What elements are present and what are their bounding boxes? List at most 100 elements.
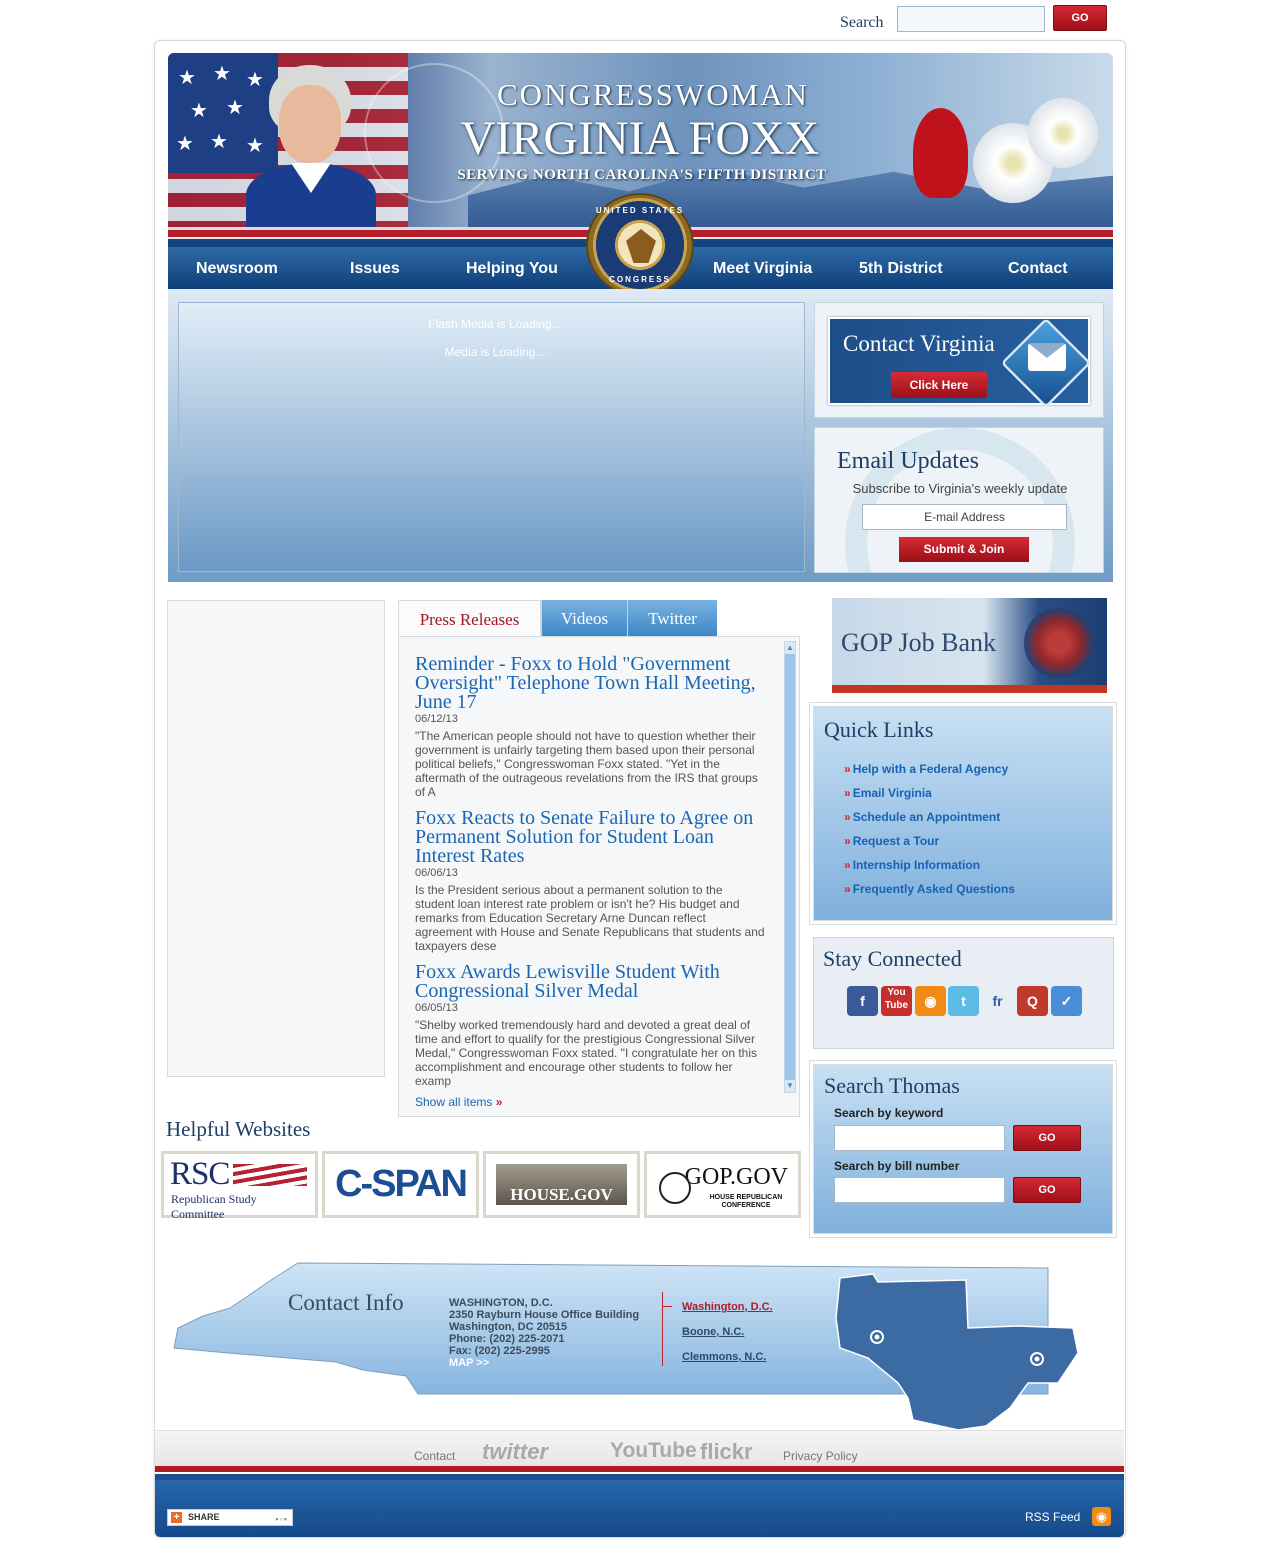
search-thomas-title: Search Thomas bbox=[824, 1073, 960, 1098]
email-updates-subtitle: Subscribe to Virginia's weekly update bbox=[852, 481, 1068, 496]
seal-top-text: UNITED STATES bbox=[595, 206, 685, 215]
submit-join-button[interactable]: Submit & Join bbox=[899, 537, 1029, 562]
quick-links-box: Quick Links » Help with a Federal Agency … bbox=[813, 706, 1113, 921]
office-link-washington[interactable]: Washington, D.C. bbox=[682, 1301, 773, 1313]
bookmark-icons: ▪◦▪ bbox=[275, 1514, 288, 1524]
stay-connected-title: Stay Connected bbox=[823, 946, 962, 971]
contact-info-section: Contact Info WASHINGTON, D.C. 2350 Raybu… bbox=[168, 1258, 1083, 1433]
nav-meet-virginia[interactable]: Meet Virginia bbox=[713, 260, 812, 278]
footer-flickr-link[interactable]: flickr bbox=[700, 1439, 753, 1465]
chevron-right-icon: » bbox=[844, 834, 851, 848]
nav-issues[interactable]: Issues bbox=[350, 260, 400, 278]
envelope-icon bbox=[1028, 343, 1066, 371]
press-release-summary: Is the President serious about a permane… bbox=[415, 883, 765, 953]
press-release-summary: "Shelby worked tremendously hard and dev… bbox=[415, 1018, 758, 1088]
keyword-search-input[interactable] bbox=[834, 1125, 1005, 1151]
quick-link-item[interactable]: » Frequently Asked Questions bbox=[844, 882, 1015, 896]
contact-virginia-box: Contact Virginia Click Here bbox=[814, 302, 1104, 418]
nav-contact[interactable]: Contact bbox=[1008, 260, 1068, 278]
tab-press-releases[interactable]: Press Releases bbox=[398, 600, 541, 637]
congress-seal: UNITED STATES CONGRESS bbox=[586, 193, 694, 297]
press-release-item: Reminder - Foxx to Hold "Government Over… bbox=[415, 654, 765, 799]
search-thomas-box: Search Thomas Search by keyword GO Searc… bbox=[813, 1064, 1113, 1234]
show-all-items-link[interactable]: Show all items » bbox=[415, 1095, 502, 1109]
cspan-link[interactable]: C-SPAN bbox=[322, 1151, 479, 1218]
footer-youtube-link[interactable]: YouTube bbox=[610, 1439, 697, 1463]
footer-stripe bbox=[155, 1466, 1124, 1480]
facebook-icon[interactable]: f bbox=[847, 986, 878, 1016]
plus-icon: + bbox=[171, 1512, 182, 1523]
share-button[interactable]: + SHARE ▪◦▪ bbox=[167, 1509, 293, 1526]
show-all-label: Show all items bbox=[415, 1095, 493, 1109]
nav-helping-you[interactable]: Helping You bbox=[466, 260, 558, 278]
footer-privacy-link[interactable]: Privacy Policy bbox=[783, 1449, 858, 1463]
press-release-title[interactable]: Reminder - Foxx to Hold "Government Over… bbox=[415, 654, 765, 712]
flash-loading-text: Flash Media is Loading... bbox=[428, 317, 562, 331]
helpful-websites-title: Helpful Websites bbox=[166, 1117, 311, 1141]
quick-link-item[interactable]: » Email Virginia bbox=[844, 786, 932, 800]
flash-media-player[interactable]: Flash Media is Loading... Media is Loadi… bbox=[178, 302, 805, 572]
bill-number-input[interactable] bbox=[834, 1177, 1005, 1203]
bill-number-label: Search by bill number bbox=[834, 1159, 960, 1173]
qik-icon[interactable]: Q bbox=[1017, 986, 1048, 1016]
press-release-title[interactable]: Foxx Awards Lewisville Student With Cong… bbox=[415, 962, 765, 1001]
tab-videos[interactable]: Videos bbox=[541, 600, 627, 636]
footer-bar: + SHARE ▪◦▪ RSS Feed ◉ bbox=[155, 1480, 1124, 1537]
house-gov-link[interactable]: HOUSE.GOV bbox=[483, 1151, 640, 1218]
keyword-go-button[interactable]: GO bbox=[1013, 1125, 1081, 1151]
scroll-up-icon[interactable]: ▲ bbox=[785, 642, 795, 654]
rss-feed-link[interactable]: RSS Feed bbox=[1025, 1510, 1080, 1524]
nav-5th-district[interactable]: 5th District bbox=[859, 260, 943, 278]
banner-line1: CONGRESSWOMAN bbox=[497, 77, 809, 112]
quick-links-title: Quick Links bbox=[824, 717, 934, 742]
gop-gov-logo: GOP.GOV HOUSE REPUBLICAN CONFERENCE bbox=[651, 1158, 794, 1211]
media-loading-text: Media is Loading... bbox=[444, 345, 546, 359]
gop-job-bank-banner[interactable]: GOP Job Bank bbox=[832, 598, 1107, 693]
email-field[interactable] bbox=[862, 504, 1067, 530]
footer-contact-link[interactable]: Contact bbox=[414, 1449, 455, 1463]
chevron-right-icon: » bbox=[844, 786, 851, 800]
search-go-button[interactable]: GO bbox=[1053, 5, 1107, 31]
quick-link-item[interactable]: » Request a Tour bbox=[844, 834, 939, 848]
bill-go-button[interactable]: GO bbox=[1013, 1177, 1081, 1203]
chevron-right-icon: » bbox=[495, 1095, 503, 1109]
twitter-icon[interactable]: t bbox=[948, 986, 979, 1016]
contact-virginia-banner[interactable]: Contact Virginia Click Here bbox=[828, 317, 1092, 409]
press-release-title[interactable]: Foxx Reacts to Senate Failure to Agree o… bbox=[415, 808, 765, 866]
email-updates-box: Email Updates Subscribe to Virginia's we… bbox=[814, 427, 1104, 573]
office-divider bbox=[662, 1292, 663, 1366]
eagle-emblem-icon bbox=[1024, 608, 1094, 678]
foursquare-icon[interactable]: ✓ bbox=[1051, 986, 1082, 1016]
rsc-logo: RSC Republican Study Committee bbox=[168, 1156, 311, 1221]
youtube-icon[interactable]: You Tube bbox=[881, 986, 912, 1016]
click-here-button[interactable]: Click Here bbox=[891, 372, 987, 398]
contact-info-title: Contact Info bbox=[288, 1290, 404, 1315]
quick-link-item[interactable]: » Schedule an Appointment bbox=[844, 810, 1000, 824]
press-release-date: 06/05/13 bbox=[415, 1002, 458, 1014]
tab-twitter[interactable]: Twitter bbox=[627, 600, 717, 636]
footer-links-bar: Contact twitter YouTube flickr Privacy P… bbox=[155, 1430, 1124, 1466]
chevron-right-icon: » bbox=[844, 882, 851, 896]
office-selected-marker bbox=[662, 1306, 672, 1307]
scroll-down-icon[interactable]: ▼ bbox=[785, 1080, 795, 1092]
office-link-clemmons[interactable]: Clemmons, N.C. bbox=[682, 1351, 766, 1363]
seal-icon bbox=[659, 1172, 691, 1204]
search-input[interactable] bbox=[897, 6, 1045, 32]
eagle-icon bbox=[626, 229, 656, 263]
rss-icon[interactable]: ◉ bbox=[915, 986, 946, 1016]
quick-link-item[interactable]: » Help with a Federal Agency bbox=[844, 762, 1008, 776]
rsc-link[interactable]: RSC Republican Study Committee bbox=[161, 1151, 318, 1221]
friendfeed-icon[interactable]: fr bbox=[982, 986, 1013, 1016]
rss-icon[interactable]: ◉ bbox=[1092, 1507, 1111, 1526]
gop-gov-link[interactable]: GOP.GOV HOUSE REPUBLICAN CONFERENCE bbox=[644, 1151, 801, 1218]
quick-link-item[interactable]: » Internship Information bbox=[844, 858, 980, 872]
office-link-boone[interactable]: Boone, N.C. bbox=[682, 1326, 744, 1338]
house-gov-logo: HOUSE.GOV bbox=[496, 1164, 627, 1205]
footer-twitter-link[interactable]: twitter bbox=[482, 1439, 548, 1465]
left-column-placeholder bbox=[167, 600, 385, 1077]
map-link[interactable]: MAP >> bbox=[449, 1357, 639, 1369]
nav-newsroom[interactable]: Newsroom bbox=[196, 260, 278, 278]
press-release-date: 06/06/13 bbox=[415, 867, 458, 879]
press-scrollbar[interactable]: ▲ ▼ bbox=[784, 641, 796, 1093]
press-release-date: 06/12/13 bbox=[415, 713, 458, 725]
